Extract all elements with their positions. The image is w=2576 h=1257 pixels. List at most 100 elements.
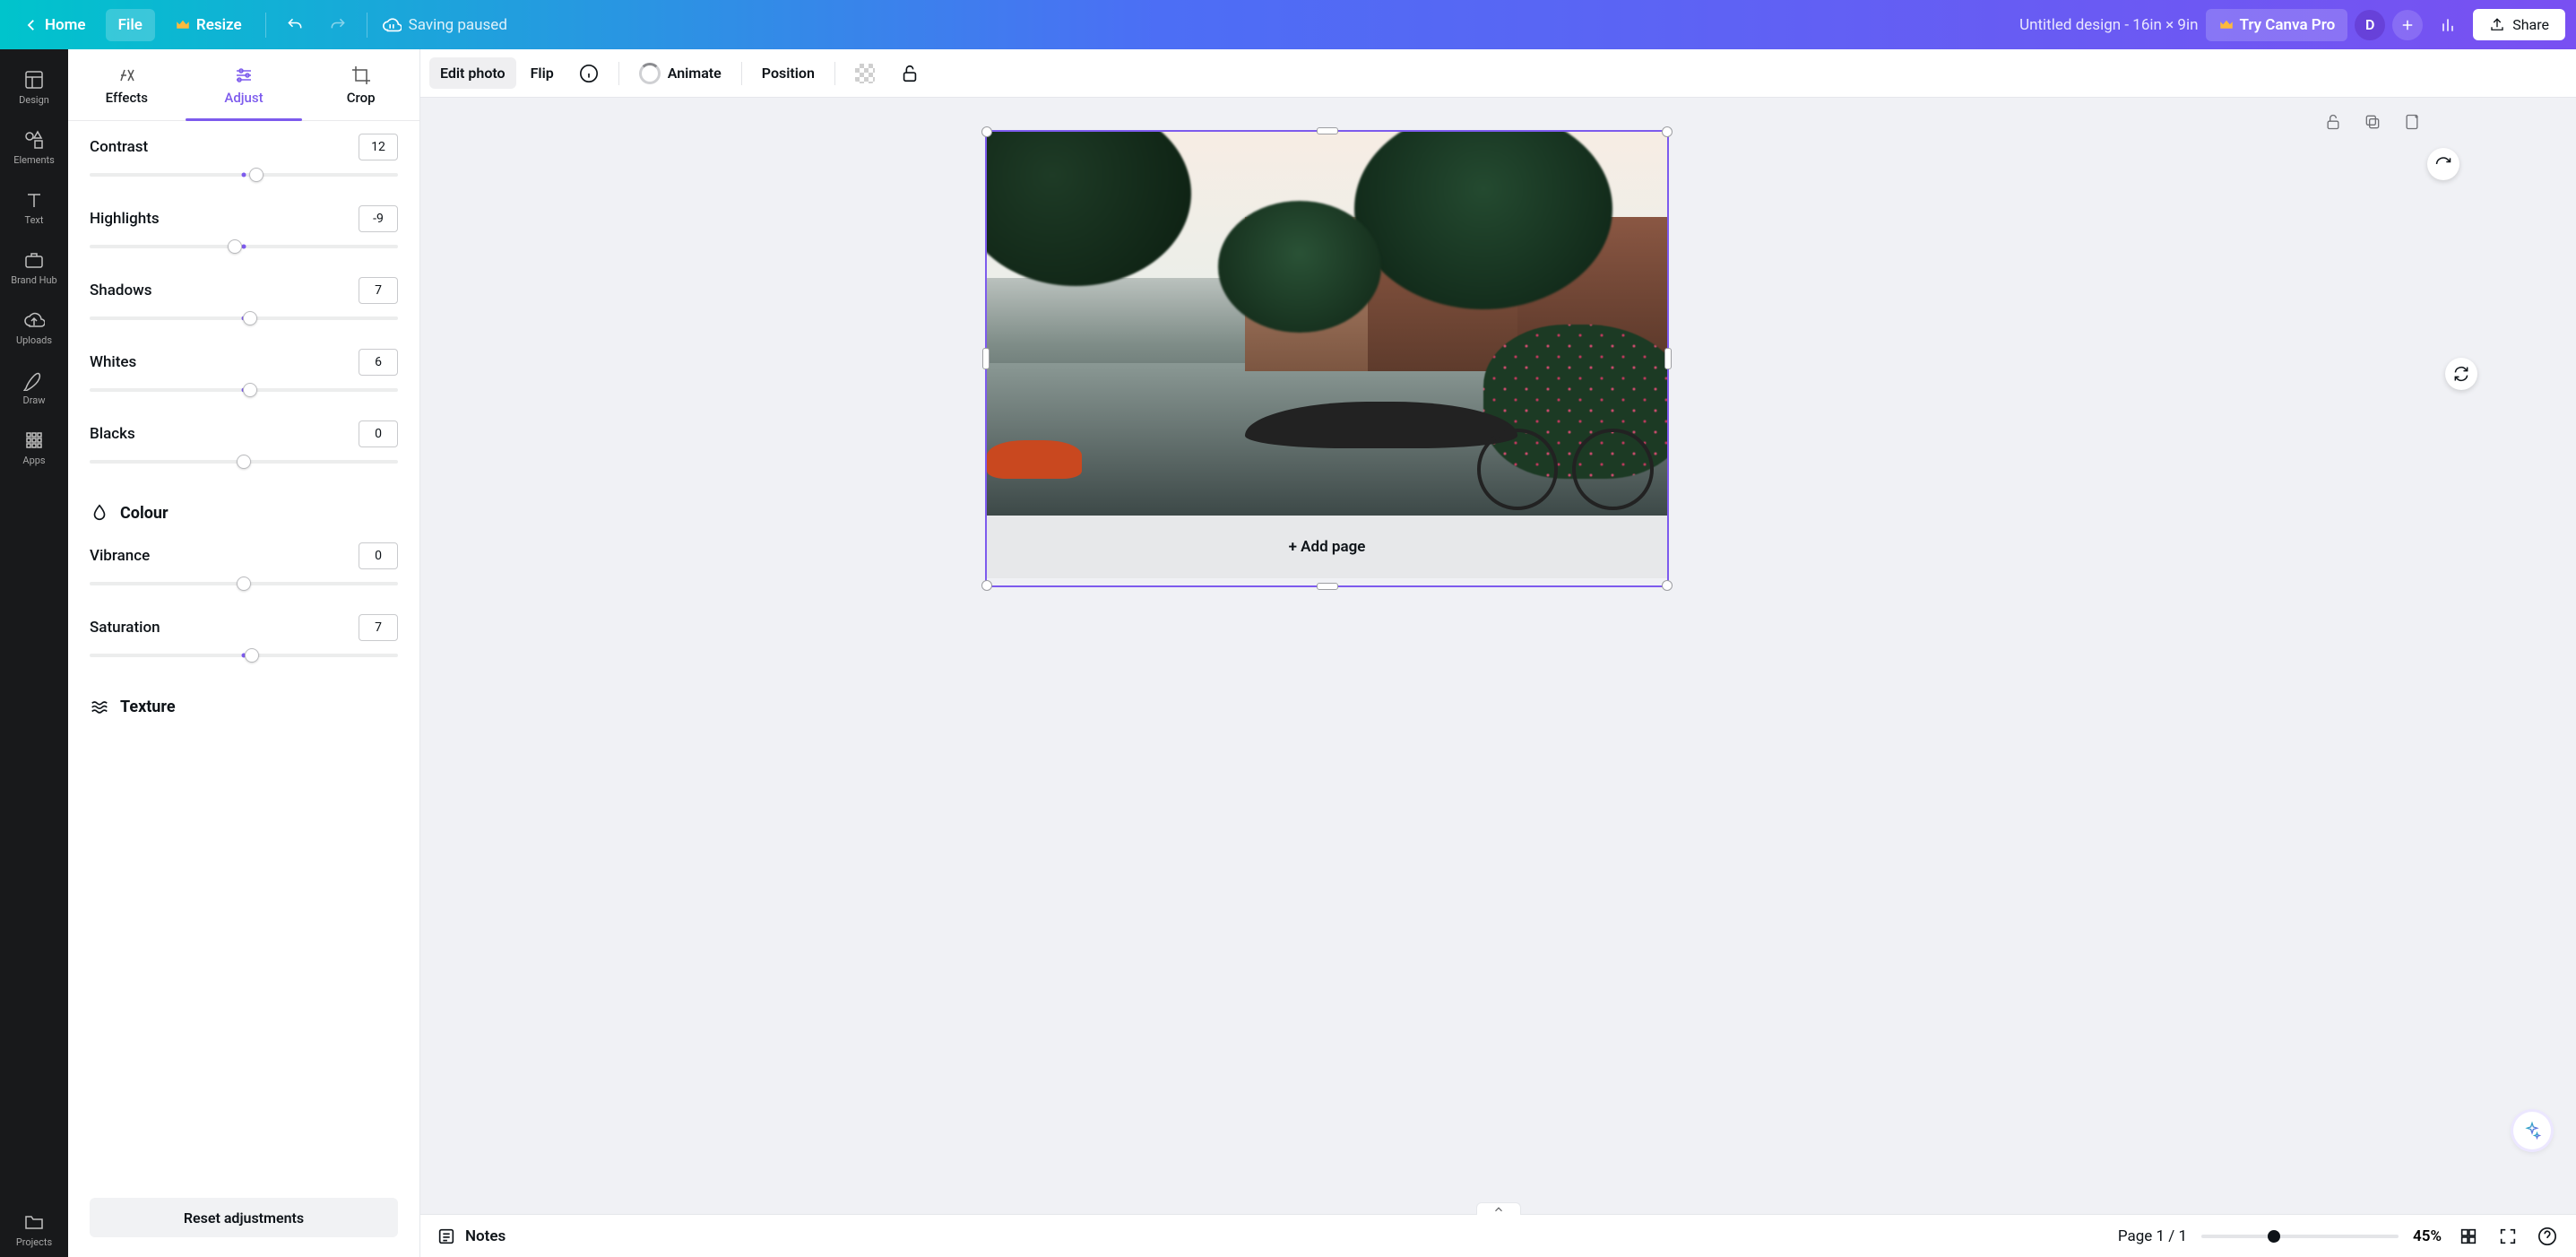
context-toolbar: Edit photo Flip Animate Position	[420, 49, 2576, 98]
slider-contrast[interactable]	[90, 164, 398, 186]
resize-handle-t[interactable]	[1317, 127, 1338, 134]
resize-button[interactable]: Resize	[162, 9, 255, 41]
lock-icon	[900, 64, 920, 83]
nav-label: Brand Hub	[11, 274, 56, 286]
nav-elements[interactable]: Elements	[0, 120, 68, 175]
slider-thumb[interactable]	[245, 648, 259, 663]
notes-button[interactable]: Notes	[437, 1227, 506, 1246]
undo-button[interactable]	[277, 7, 313, 43]
nav-label: Projects	[16, 1236, 52, 1248]
nav-draw[interactable]: Draw	[0, 360, 68, 415]
animate-button[interactable]: Animate	[628, 56, 732, 91]
tab-effects[interactable]: Effects	[68, 49, 186, 120]
position-button[interactable]: Position	[751, 57, 826, 89]
nav-brand-hub[interactable]: Brand Hub	[0, 240, 68, 295]
resize-handle-r[interactable]	[1664, 348, 1672, 369]
transparency-button[interactable]	[844, 56, 886, 91]
control-vibrance: Vibrance 0	[90, 542, 398, 594]
zoom-percentage[interactable]: 45%	[2413, 1227, 2442, 1245]
design-title-input[interactable]	[1966, 16, 2199, 34]
tab-adjust[interactable]: Adjust	[186, 49, 303, 120]
value-input-shadows[interactable]: 7	[359, 277, 398, 304]
slider-saturation[interactable]	[90, 645, 398, 666]
reset-adjustments-button[interactable]: Reset adjustments	[90, 1198, 398, 1237]
magic-button[interactable]	[2513, 1112, 2551, 1149]
page-lock-button[interactable]	[2321, 110, 2345, 134]
add-member-button[interactable]	[2392, 10, 2423, 40]
add-page-bar[interactable]: + Add page	[987, 516, 1667, 578]
value-input-highlights[interactable]: -9	[359, 205, 398, 232]
insights-button[interactable]	[2430, 7, 2466, 43]
home-button[interactable]: Home	[11, 9, 99, 41]
resize-handle-b[interactable]	[1317, 583, 1338, 590]
redo-button[interactable]	[320, 7, 356, 43]
grid-view-button[interactable]	[2456, 1224, 2481, 1249]
file-menu[interactable]: File	[106, 9, 155, 41]
nav-text[interactable]: Text	[0, 180, 68, 235]
slider-highlights[interactable]	[90, 236, 398, 257]
slider-thumb[interactable]	[249, 168, 264, 182]
info-button[interactable]	[568, 56, 609, 91]
canvas-stage[interactable]: + Add page	[420, 98, 2576, 1214]
resize-handle-tr[interactable]	[1662, 126, 1673, 137]
edit-photo-button[interactable]: Edit photo	[429, 57, 516, 89]
value-input-saturation[interactable]: 7	[359, 614, 398, 641]
divider	[741, 62, 742, 85]
fullscreen-icon	[2498, 1227, 2518, 1246]
divider	[618, 62, 619, 85]
adjust-controls-scroll[interactable]: Contrast 12 Highlights -9 Shadows 7 Whit…	[68, 121, 419, 1182]
resize-handle-l[interactable]	[982, 348, 990, 369]
lock-button[interactable]	[889, 56, 930, 91]
sync-icon	[2452, 365, 2470, 383]
slider-vibrance[interactable]	[90, 573, 398, 594]
control-label: Whites	[90, 353, 136, 371]
tab-crop[interactable]: Crop	[302, 49, 419, 120]
slider-thumb[interactable]	[243, 383, 257, 397]
help-button[interactable]	[2535, 1224, 2560, 1249]
nav-uploads[interactable]: Uploads	[0, 300, 68, 355]
user-avatar[interactable]: D	[2355, 10, 2385, 40]
expand-pages-panel[interactable]	[1476, 1202, 1521, 1215]
resize-handle-bl[interactable]	[981, 580, 992, 591]
chevron-up-icon	[1492, 1203, 1505, 1216]
try-canva-pro-button[interactable]: Try Canva Pro	[2206, 9, 2348, 41]
slider-shadows[interactable]	[90, 308, 398, 329]
add-page-button[interactable]	[2400, 110, 2424, 134]
slider-thumb[interactable]	[237, 576, 251, 591]
crop-icon	[350, 65, 372, 86]
resize-handle-br[interactable]	[1662, 580, 1673, 591]
crown-icon	[175, 17, 191, 33]
notes-label: Notes	[465, 1227, 506, 1245]
nav-design[interactable]: Design	[0, 60, 68, 115]
quick-actions-button[interactable]	[2427, 148, 2459, 180]
cloud-paused-icon	[382, 15, 402, 35]
sync-button[interactable]	[2445, 358, 2477, 390]
slider-thumb[interactable]	[228, 239, 242, 254]
refresh-icon	[2434, 155, 2452, 173]
value-input-vibrance[interactable]: 0	[359, 542, 398, 569]
nav-projects[interactable]: Projects	[0, 1202, 68, 1257]
duplicate-page-button[interactable]	[2361, 110, 2384, 134]
resize-handle-tl[interactable]	[981, 126, 992, 137]
slider-whites[interactable]	[90, 379, 398, 401]
share-button[interactable]: Share	[2473, 9, 2565, 40]
value-input-contrast[interactable]: 12	[359, 134, 398, 160]
zoom-slider[interactable]	[2201, 1227, 2399, 1245]
value-input-blacks[interactable]: 0	[359, 420, 398, 447]
flip-button[interactable]: Flip	[520, 57, 565, 89]
photo-content[interactable]	[987, 132, 1667, 517]
selection-frame[interactable]: + Add page	[985, 130, 1669, 587]
fullscreen-button[interactable]	[2495, 1224, 2520, 1249]
resize-label: Resize	[196, 16, 242, 34]
fx-icon	[116, 65, 137, 86]
droplet-icon	[90, 503, 109, 523]
zoom-thumb[interactable]	[2268, 1230, 2280, 1243]
nav-apps[interactable]: Apps	[0, 420, 68, 475]
slider-thumb[interactable]	[243, 311, 257, 325]
value-input-whites[interactable]: 6	[359, 349, 398, 376]
slider-blacks[interactable]	[90, 451, 398, 472]
bottom-bar: Notes Page 1 / 1 45%	[420, 1214, 2576, 1257]
top-bar: Home File Resize Saving paused Try Canva…	[0, 0, 2576, 49]
slider-thumb[interactable]	[237, 455, 251, 469]
animate-icon	[639, 63, 661, 84]
